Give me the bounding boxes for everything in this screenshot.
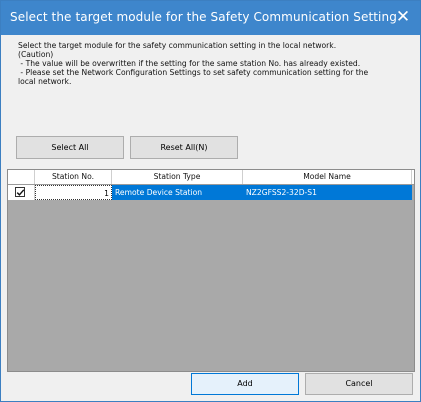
title-bar[interactable]: Select the target module for the Safety … [1, 1, 420, 35]
safety-target-dialog: Select the target module for the Safety … [0, 0, 421, 402]
close-icon[interactable]: ✕ [392, 6, 414, 28]
column-header-check [8, 170, 35, 184]
station-table[interactable]: Station No. Station Type Model Name 1 Re… [7, 169, 415, 372]
select-all-button[interactable]: Select All [16, 136, 124, 159]
station-no-cell[interactable]: 1 [35, 185, 112, 200]
add-label: Add [237, 379, 253, 388]
description-line: - The value will be overwritten if the s… [18, 59, 361, 68]
description-line: - Please set the Network Configuration S… [18, 68, 369, 77]
column-header-model-name[interactable]: Model Name [243, 170, 412, 184]
column-header-station-type[interactable]: Station Type [112, 170, 243, 184]
description-line: local network. [18, 77, 72, 86]
model-name-cell[interactable]: NZ2GFSS2-32D-S1 [243, 185, 412, 200]
column-header-station-no[interactable]: Station No. [35, 170, 112, 184]
cancel-label: Cancel [345, 379, 373, 388]
description-line: Select the target module for the safety … [18, 41, 337, 50]
checkmark-icon [16, 189, 25, 196]
row-checkbox[interactable] [15, 187, 25, 197]
description-caution: (Caution) [18, 50, 54, 59]
reset-all-button[interactable]: Reset All(N) [130, 136, 238, 159]
reset-all-label: Reset All(N) [160, 143, 208, 152]
row-check-cell[interactable] [8, 185, 35, 200]
station-type-cell[interactable]: Remote Device Station [112, 185, 243, 200]
add-button[interactable]: Add [191, 373, 299, 395]
dialog-title: Select the target module for the Safety … [10, 10, 397, 24]
cancel-button[interactable]: Cancel [305, 373, 413, 395]
description-text: Select the target module for the safety … [18, 41, 413, 86]
table-row[interactable]: 1 Remote Device Station NZ2GFSS2-32D-S1 [8, 185, 414, 200]
select-all-label: Select All [51, 143, 89, 152]
table-header: Station No. Station Type Model Name [8, 170, 414, 185]
